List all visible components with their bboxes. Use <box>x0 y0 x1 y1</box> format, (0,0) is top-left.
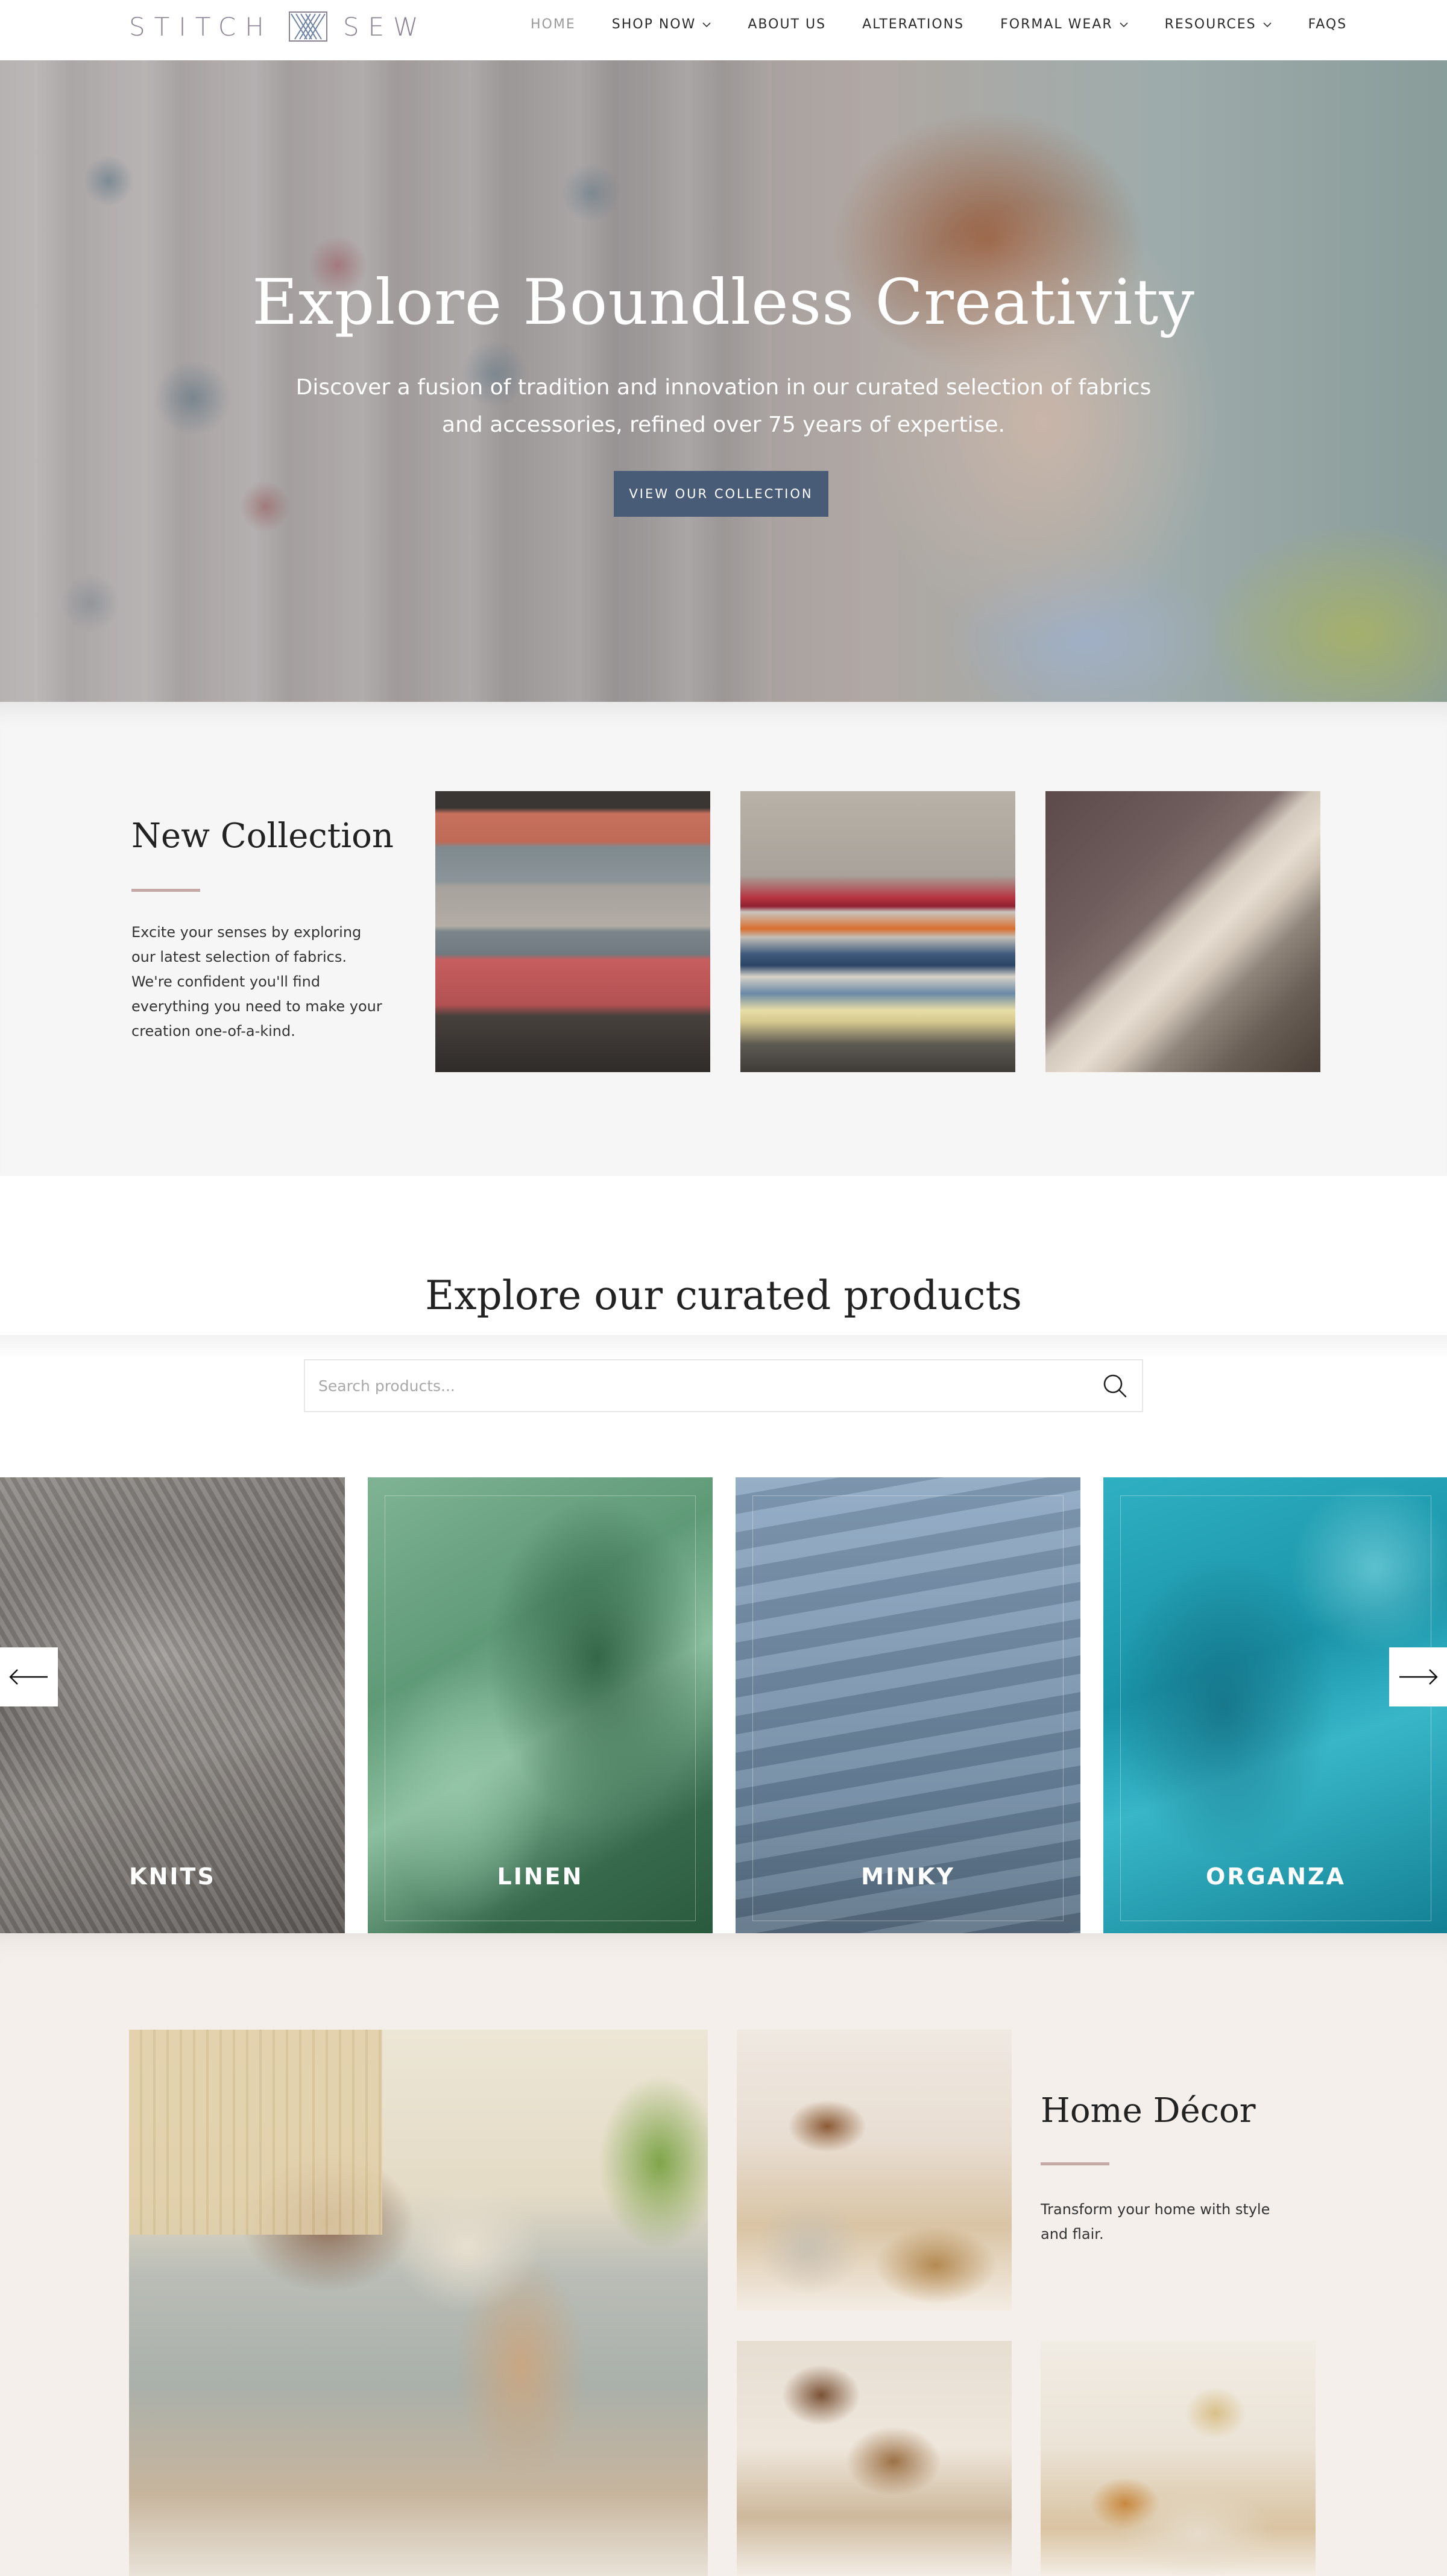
logo-mark-icon <box>288 11 327 42</box>
chevron-down-icon <box>1263 22 1272 27</box>
nav-faqs[interactable]: FAQS <box>1308 17 1348 32</box>
category-label: LINEN <box>497 1863 584 1890</box>
search-band <box>0 1335 1447 1359</box>
nav-shop-now-label: SHOP NOW <box>611 17 696 32</box>
nav-shop-now[interactable]: SHOP NOW <box>612 17 712 32</box>
fabric-image-3[interactable] <box>1045 791 1320 1072</box>
nav-faqs-label: FAQS <box>1308 17 1348 32</box>
home-decor-image-2[interactable] <box>737 2341 1012 2576</box>
search-icon[interactable] <box>1101 1372 1129 1400</box>
nav-home-label: HOME <box>531 17 576 32</box>
nav-formal-wear-label: FORMAL WEAR <box>1000 17 1113 32</box>
home-decor-image-sofa[interactable] <box>129 2030 708 2576</box>
home-decor-section: Home Décor Transform your home with styl… <box>0 1933 1447 2576</box>
tile-frame <box>385 1495 696 1921</box>
search-input[interactable] <box>305 1360 1101 1411</box>
fabric-image-1[interactable] <box>435 791 710 1072</box>
category-label: MINKY <box>861 1863 955 1890</box>
search-bar <box>304 1359 1143 1412</box>
category-tile-linen[interactable]: LINEN <box>368 1477 713 1933</box>
explore-title: Explore our curated products <box>425 1272 1022 1319</box>
carousel-prev-button[interactable] <box>0 1647 58 1706</box>
new-collection-text: Excite your senses by exploring our late… <box>131 924 382 1040</box>
title-divider <box>1041 2162 1109 2165</box>
tile-frame <box>752 1495 1064 1921</box>
hero-banner: Explore Boundless Creativity Discover a … <box>0 60 1447 702</box>
category-label: ORGANZA <box>1206 1863 1346 1890</box>
new-collection-section: New Collection Excite your senses by exp… <box>0 702 1447 1176</box>
hero-title: Explore Boundless Creativity <box>252 265 1195 339</box>
hero-subtitle: Discover a fusion of tradition and innov… <box>295 375 1152 437</box>
category-label: KNITS <box>129 1863 216 1890</box>
logo-text-right: SEW <box>342 11 427 42</box>
nav-resources-label: RESOURCES <box>1164 17 1256 32</box>
home-decor-title: Home Décor <box>1041 2091 1256 2130</box>
explore-products-section: Explore our curated products KNITS LINEN… <box>0 1176 1447 1933</box>
chevron-down-icon <box>1120 22 1128 27</box>
nav-alterations-label: ALTERATIONS <box>862 17 965 32</box>
logo-text-left: STITCH <box>129 11 273 42</box>
arrow-right-icon <box>1399 1669 1438 1685</box>
nav-resources[interactable]: RESOURCES <box>1165 17 1272 32</box>
home-decor-image-1[interactable] <box>737 2030 1012 2311</box>
main-nav: HOME SHOP NOW ABOUT US ALTERATIONS FORMA… <box>531 17 1347 32</box>
view-collection-button[interactable]: VIEW OUR COLLECTION <box>614 471 828 517</box>
carousel-next-button[interactable] <box>1389 1647 1447 1706</box>
title-divider <box>131 889 200 892</box>
chevron-down-icon <box>702 22 711 27</box>
nav-about-us-label: ABOUT US <box>748 17 827 32</box>
nav-alterations[interactable]: ALTERATIONS <box>862 17 964 32</box>
arrow-left-icon <box>9 1669 48 1685</box>
site-header: STITCH SEW HOME SHOP NOW ABOUT US ALTERA… <box>0 0 1447 60</box>
nav-about-us[interactable]: ABOUT US <box>748 17 826 32</box>
home-decor-text: Transform your home with style and flair… <box>1041 2201 1270 2243</box>
site-logo[interactable]: STITCH SEW <box>129 10 427 43</box>
nav-home[interactable]: HOME <box>531 17 576 32</box>
fabric-image-2[interactable] <box>740 791 1015 1072</box>
new-collection-title: New Collection <box>131 816 394 856</box>
home-decor-image-3[interactable] <box>1041 2341 1316 2576</box>
nav-formal-wear[interactable]: FORMAL WEAR <box>1000 17 1129 32</box>
tile-frame <box>1120 1495 1431 1921</box>
category-carousel: KNITS LINEN MINKY ORGANZA <box>0 1477 1447 1933</box>
category-tile-minky[interactable]: MINKY <box>736 1477 1080 1933</box>
